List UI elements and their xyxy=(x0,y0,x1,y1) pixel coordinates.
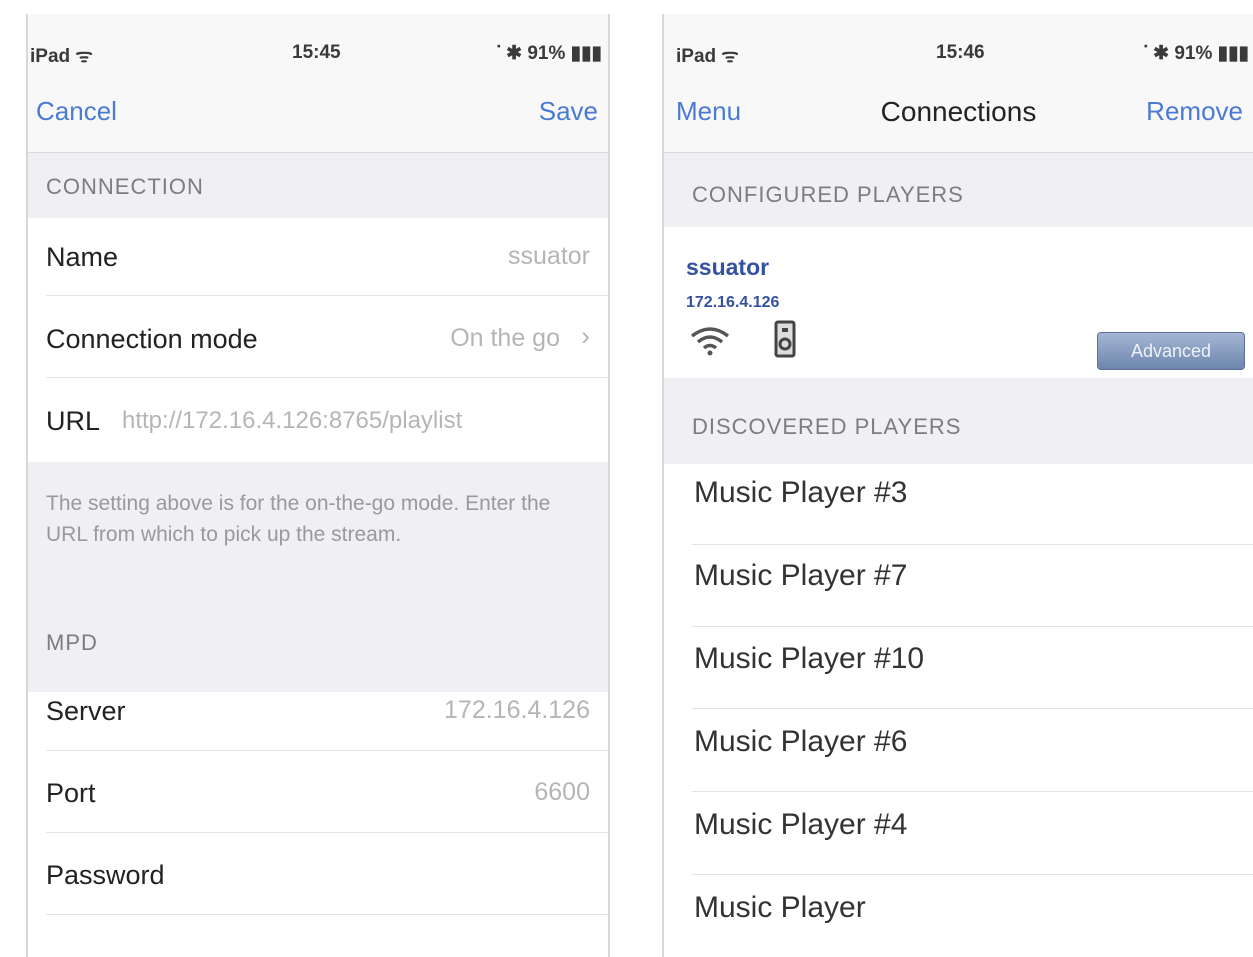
discovered-players-header: DISCOVERED PLAYERS xyxy=(692,414,962,439)
clock-label: 15:46 xyxy=(936,42,985,63)
status-bar: iPad ᯤ 15:45 ᐝ ✱ 91% ▮▮▮ xyxy=(28,14,608,74)
configured-players-header: CONFIGURED PLAYERS xyxy=(692,182,964,207)
row-divider xyxy=(692,708,1253,709)
on-the-go-footer-note: The setting above is for the on-the-go m… xyxy=(46,492,551,546)
connection-mode-value[interactable]: On the go xyxy=(450,324,560,353)
row-divider xyxy=(692,626,1253,627)
player-name: ssuator xyxy=(686,254,770,280)
discovered-player-item[interactable]: Music Player #7 xyxy=(694,559,907,593)
connection-settings-screen: iPad ᯤ 15:45 ᐝ ✱ 91% ▮▮▮ Cancel Save CON… xyxy=(26,14,610,957)
discovered-player-item[interactable]: Music Player #10 xyxy=(694,642,924,676)
port-field[interactable]: 6600 xyxy=(534,778,590,807)
connection-section-header: CONNECTION xyxy=(46,174,204,199)
row-divider xyxy=(46,377,608,378)
nav-bar: Menu Connections Remove xyxy=(664,74,1253,153)
status-bar: iPad ᯤ 15:46 ᐝ ✱ 91% ▮▮▮ xyxy=(664,14,1253,74)
advanced-button[interactable]: Advanced xyxy=(1097,332,1245,370)
carrier-label: iPad ᯤ xyxy=(30,46,93,67)
password-field[interactable] xyxy=(228,860,590,894)
server-label: Server xyxy=(46,696,126,726)
battery-indicator: ᐝ ✱ 91% ▮▮▮ xyxy=(1142,43,1249,64)
name-field[interactable]: ssuator xyxy=(508,242,590,271)
configured-player-row[interactable]: ssuator 172.16.4.126 Advanced xyxy=(664,228,1253,378)
name-label: Name xyxy=(46,242,119,272)
row-divider xyxy=(692,874,1253,875)
row-divider xyxy=(692,791,1253,792)
cancel-button[interactable]: Cancel xyxy=(36,96,117,127)
mpd-section-header: MPD xyxy=(46,630,98,655)
discovered-player-item[interactable]: Music Player #3 xyxy=(694,476,907,510)
speaker-icon xyxy=(772,320,800,365)
connections-screen: iPad ᯤ 15:46 ᐝ ✱ 91% ▮▮▮ Menu Connection… xyxy=(662,14,1253,957)
remove-button[interactable]: Remove xyxy=(1146,96,1243,127)
row-divider xyxy=(46,295,608,296)
row-divider xyxy=(46,914,608,915)
clock-label: 15:45 xyxy=(292,42,341,63)
discovered-player-item[interactable]: Music Player xyxy=(694,891,866,925)
wifi-icon xyxy=(688,324,732,361)
connection-mode-label: Connection mode xyxy=(46,324,258,354)
row-divider xyxy=(692,544,1253,545)
row-divider xyxy=(46,750,608,751)
battery-indicator: ᐝ ✱ 91% ▮▮▮ xyxy=(495,43,602,64)
nav-bar: Cancel Save xyxy=(28,74,608,153)
row-divider xyxy=(46,832,608,833)
port-label: Port xyxy=(46,778,96,808)
url-label: URL xyxy=(46,406,101,436)
player-ip: 172.16.4.126 xyxy=(686,294,780,311)
save-button[interactable]: Save xyxy=(539,96,598,127)
carrier-label: iPad ᯤ xyxy=(676,46,739,67)
discovered-player-item[interactable]: Music Player #4 xyxy=(694,808,907,842)
url-field[interactable]: http://172.16.4.126:8765/playlist xyxy=(122,407,462,435)
password-label: Password xyxy=(46,860,165,890)
server-field[interactable]: 172.16.4.126 xyxy=(444,696,590,725)
discovered-player-item[interactable]: Music Player #6 xyxy=(694,725,907,759)
chevron-right-icon[interactable]: › xyxy=(581,321,590,352)
